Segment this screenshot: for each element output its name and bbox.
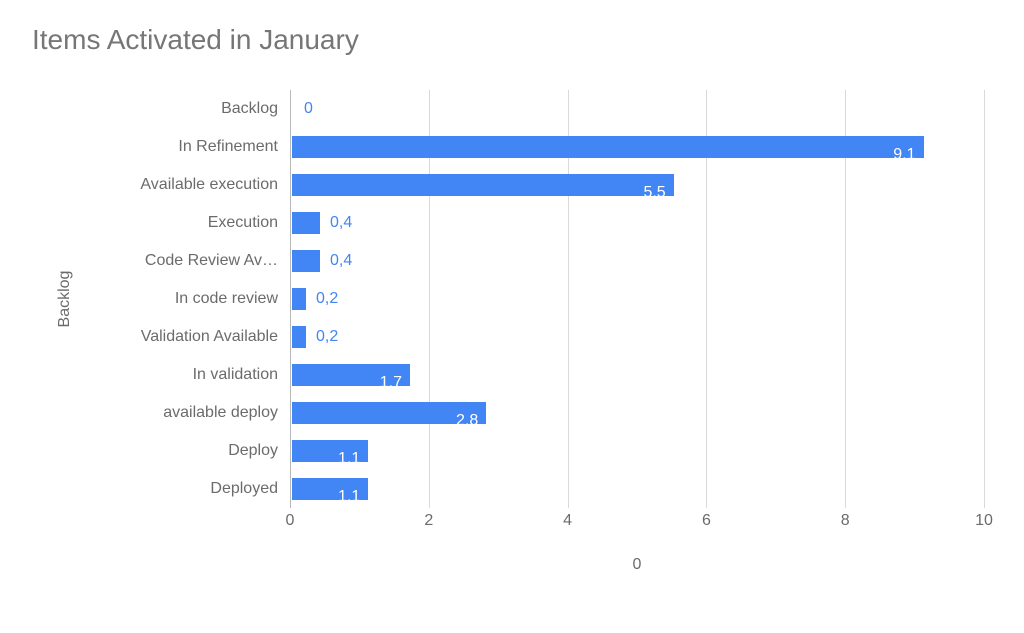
value-label: 1,1 bbox=[292, 448, 360, 470]
category-label: Execution bbox=[108, 214, 278, 232]
category-label: Validation Available bbox=[108, 328, 278, 346]
bar bbox=[292, 288, 306, 310]
category-label: In Refinement bbox=[108, 138, 278, 156]
category-label: Code Review Av… bbox=[108, 252, 278, 270]
value-label: 0,2 bbox=[316, 326, 338, 348]
category-label: Deploy bbox=[108, 442, 278, 460]
bar: 2,8 bbox=[292, 402, 486, 424]
x-tick-label: 4 bbox=[563, 512, 572, 530]
value-label: 9,1 bbox=[292, 144, 916, 166]
bar-row: In validation 1,7 bbox=[290, 356, 984, 394]
x-tick-label: 0 bbox=[286, 512, 295, 530]
value-label: 2,8 bbox=[292, 410, 478, 432]
x-tick-label: 6 bbox=[702, 512, 711, 530]
bar: 1,7 bbox=[292, 364, 410, 386]
bar-row: Deployed 1,1 bbox=[290, 470, 984, 508]
bar: 5,5 bbox=[292, 174, 674, 196]
value-label: 0 bbox=[304, 98, 313, 120]
bar-row: Validation Available 0,2 bbox=[290, 318, 984, 356]
category-label: Backlog bbox=[108, 100, 278, 118]
value-label: 1,7 bbox=[292, 372, 402, 394]
bar-row: In Refinement 9,1 bbox=[290, 128, 984, 166]
category-label: In validation bbox=[108, 366, 278, 384]
bar-row: Backlog 0 bbox=[290, 90, 984, 128]
plot-area: Backlog 0 In Refinement 9,1 Available ex… bbox=[290, 90, 984, 508]
bar-row: available deploy 2,8 bbox=[290, 394, 984, 432]
x-gridline-10 bbox=[984, 90, 985, 508]
bar-row: Deploy 1,1 bbox=[290, 432, 984, 470]
bar: 1,1 bbox=[292, 440, 368, 462]
x-axis-title: 0 bbox=[290, 556, 984, 574]
value-label: 0,2 bbox=[316, 288, 338, 310]
value-label: 0,4 bbox=[330, 250, 352, 272]
bar bbox=[292, 326, 306, 348]
bar bbox=[292, 250, 320, 272]
value-label: 1,1 bbox=[292, 486, 360, 508]
bar bbox=[292, 212, 320, 234]
value-label: 0,4 bbox=[330, 212, 352, 234]
value-label: 5,5 bbox=[292, 182, 666, 204]
bar-row: Execution 0,4 bbox=[290, 204, 984, 242]
category-label: Deployed bbox=[108, 480, 278, 498]
category-label: Available execution bbox=[108, 176, 278, 194]
category-label: available deploy bbox=[108, 404, 278, 422]
bar-row: In code review 0,2 bbox=[290, 280, 984, 318]
bar-row: Available execution 5,5 bbox=[290, 166, 984, 204]
y-axis-title: Backlog bbox=[56, 271, 74, 328]
x-tick-label: 2 bbox=[424, 512, 433, 530]
bar: 9,1 bbox=[292, 136, 924, 158]
x-tick-label: 8 bbox=[841, 512, 850, 530]
bar-row: Code Review Av… 0,4 bbox=[290, 242, 984, 280]
x-tick-label: 10 bbox=[975, 512, 993, 530]
bar-chart: Items Activated in January Backlog Backl… bbox=[0, 0, 1024, 633]
bar: 1,1 bbox=[292, 478, 368, 500]
category-label: In code review bbox=[108, 290, 278, 308]
chart-title: Items Activated in January bbox=[32, 24, 359, 56]
